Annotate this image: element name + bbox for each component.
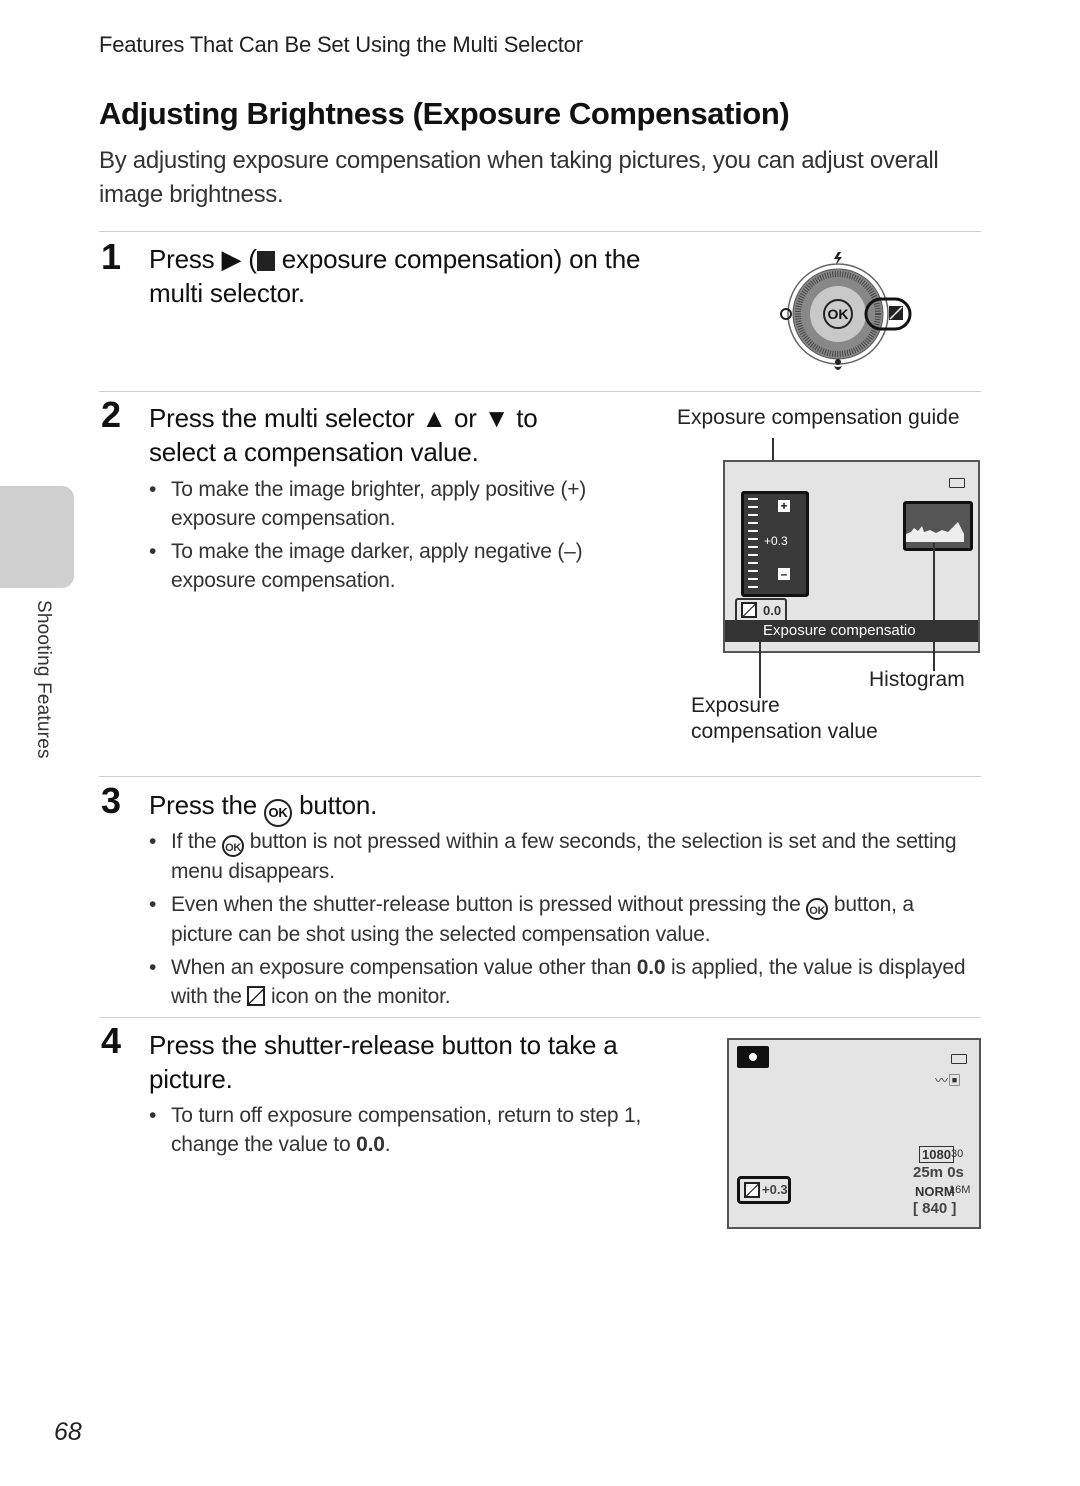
svg-text:OK: OK <box>828 306 849 322</box>
callout-line <box>759 620 761 698</box>
bullet: When an exposure compensation value othe… <box>149 953 969 1011</box>
battery-icon <box>951 1054 967 1064</box>
compensation-guide: + +0.3 – <box>741 491 809 597</box>
battery-icon <box>949 478 965 488</box>
bullet: To make the image darker, apply negative… <box>149 537 629 595</box>
movie-res: 1080 <box>919 1146 954 1163</box>
step-2-title: Press the multi selector ▲ or ▼ to selec… <box>149 403 538 467</box>
step-3-title: Press the OK button. <box>149 788 377 827</box>
side-tab <box>0 486 74 588</box>
step-1-title: Press ▶ ( exposure compensation) on the … <box>149 244 641 308</box>
ev-value: +0.3 <box>762 1182 788 1197</box>
vr-icon: 〰▣ <box>935 1073 962 1088</box>
histogram <box>903 501 973 551</box>
exposure-compensation-icon <box>744 1182 760 1198</box>
camera-mode-icon <box>737 1046 769 1068</box>
callout-histogram: Histogram <box>869 668 965 691</box>
bullet: To make the image brighter, apply positi… <box>149 475 629 533</box>
exposure-compensation-icon <box>247 986 266 1006</box>
multi-selector-diagram: OK <box>776 248 916 378</box>
divider <box>99 391 981 392</box>
scale <box>748 498 758 588</box>
bullet: If the OK button is not pressed within a… <box>149 827 969 886</box>
callout-line <box>933 543 935 671</box>
step-2-number: 2 <box>101 394 122 435</box>
divider <box>99 1017 981 1018</box>
step-3-bullets: If the OK button is not pressed within a… <box>149 827 969 1015</box>
ok-button-icon: OK <box>222 835 245 857</box>
page-title: Adjusting Brightness (Exposure Compensat… <box>99 96 790 131</box>
callout-value-2: compensation value <box>691 720 878 743</box>
menu-bar: Exposure compensatio <box>725 620 978 642</box>
step-3-number: 3 <box>101 780 122 821</box>
step-1-number: 1 <box>101 236 122 277</box>
step-4-title: Press the shutter-release button to take… <box>149 1030 618 1094</box>
shots-remaining: [ 840 ] <box>913 1200 957 1217</box>
divider <box>99 776 981 777</box>
guide-value: +0.3 <box>764 534 788 548</box>
exposure-lcd: + +0.3 – 0.0 Exposure compensatio <box>723 460 980 653</box>
ev-indicator: +0.3 <box>737 1176 791 1204</box>
shooting-lcd: 〰▣ 1080 30 25m 0s NORM 16M [ 840 ] +0.3 <box>727 1038 981 1229</box>
side-tab-label: Shooting Features <box>33 600 54 759</box>
exposure-compensation-icon <box>256 251 275 271</box>
minus-icon: – <box>778 568 790 580</box>
running-head: Features That Can Be Set Using the Multi… <box>99 32 583 57</box>
exposure-compensation-icon <box>889 306 903 320</box>
page-number: 68 <box>54 1418 82 1446</box>
plus-icon: + <box>778 500 790 512</box>
callout-value-1: Exposure <box>691 694 780 717</box>
bullet: To turn off exposure compensation, retur… <box>149 1101 679 1159</box>
menu-bar-text: Exposure compensatio <box>763 622 916 639</box>
movie-fps: 30 <box>951 1148 964 1160</box>
step-4-number: 4 <box>101 1020 122 1061</box>
step-4-bullets: To turn off exposure compensation, retur… <box>149 1101 679 1163</box>
divider <box>99 231 981 232</box>
bullet: Even when the shutter-release button is … <box>149 890 969 949</box>
ok-button-icon: OK <box>264 799 293 827</box>
callout-guide: Exposure compensation guide <box>677 406 960 429</box>
intro-text: By adjusting exposure compensation when … <box>99 147 939 208</box>
rec-time: 25m 0s <box>913 1164 964 1181</box>
exposure-compensation-icon <box>741 602 757 618</box>
step-2-bullets: To make the image brighter, apply positi… <box>149 475 629 599</box>
ok-button-icon: OK <box>806 898 829 920</box>
current-value: 0.0 <box>763 603 782 618</box>
image-size: 16M <box>949 1184 971 1196</box>
